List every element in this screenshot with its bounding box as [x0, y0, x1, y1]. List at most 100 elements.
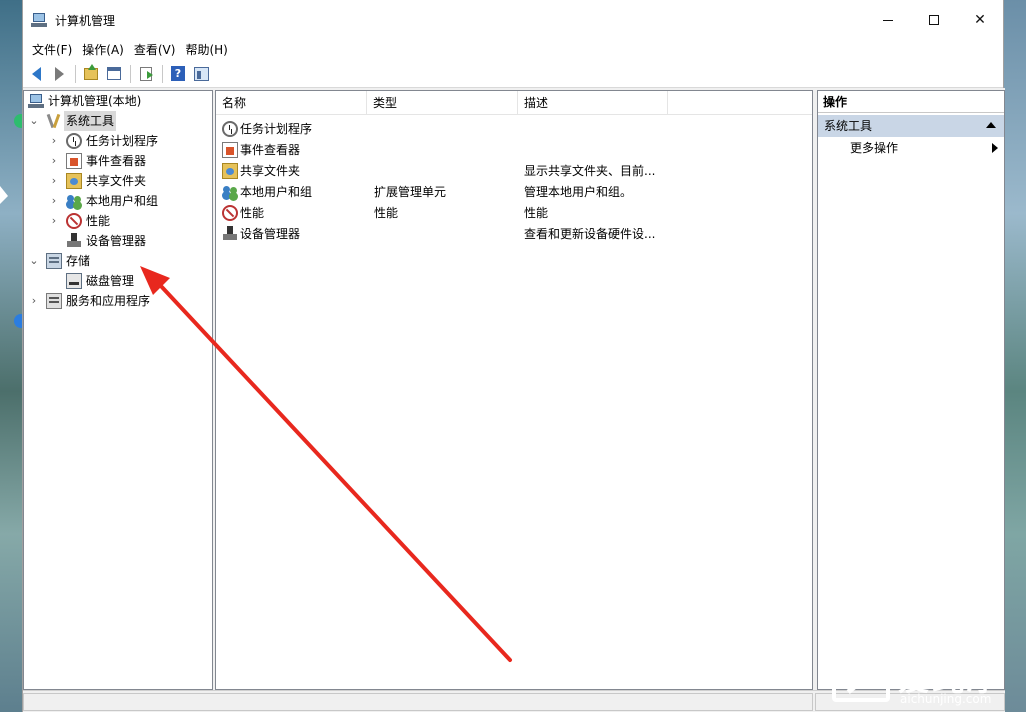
storage-icon: [46, 253, 62, 269]
show-action-pane-icon: [193, 66, 209, 81]
maximize-icon: [929, 15, 939, 25]
chevron-right-icon[interactable]: ›: [48, 151, 60, 171]
shared-folders-icon: [222, 163, 238, 179]
show-action-pane-button[interactable]: [190, 63, 212, 85]
actions-group-system-tools[interactable]: 系统工具: [818, 115, 1004, 137]
tree-item-label: 系统工具: [64, 111, 117, 131]
tree-item-label: 服务和应用程序: [66, 294, 151, 308]
list-header: 名称 类型 描述: [216, 91, 812, 115]
system-tools-icon: [46, 113, 62, 129]
more-actions-label: 更多操作: [850, 141, 899, 155]
list-item-name: 设备管理器: [240, 227, 301, 241]
export-list-icon: [140, 66, 153, 81]
desktop-background-left: [0, 0, 28, 712]
list-item[interactable]: 任务计划程序: [216, 119, 812, 140]
tree-item-event-viewer[interactable]: › 事件查看器: [24, 151, 212, 171]
watermark-logo: 爱纯净 aichunjing.com: [832, 654, 1020, 706]
chevron-right-icon[interactable]: ›: [28, 291, 40, 311]
task-scheduler-icon: [66, 133, 82, 149]
maximize-button[interactable]: [911, 0, 957, 40]
services-icon: [46, 293, 62, 309]
list-item-description: 显示共享文件夹、目前...: [524, 164, 656, 178]
task-scheduler-icon: [222, 121, 238, 137]
up-one-level-button[interactable]: [80, 63, 102, 85]
up-folder-icon: [84, 63, 98, 80]
device-manager-icon: [222, 226, 238, 242]
chevron-right-icon[interactable]: ›: [48, 171, 60, 191]
actions-pane: 操作 系统工具 更多操作: [817, 90, 1005, 690]
tree-item-storage[interactable]: ⌄ 存储: [24, 251, 212, 271]
list-item[interactable]: 本地用户和组 扩展管理单元 管理本地用户和组。: [216, 182, 812, 203]
tree-item-label: 性能: [86, 214, 111, 228]
tree-item-shared-folders[interactable]: › 共享文件夹: [24, 171, 212, 191]
minimize-button[interactable]: [865, 0, 911, 40]
collapse-up-icon: [986, 122, 996, 128]
menu-action[interactable]: 操作(A): [77, 40, 129, 60]
back-button[interactable]: [25, 63, 47, 85]
list-item-type: 扩展管理单元: [374, 185, 447, 199]
list-item[interactable]: 事件查看器: [216, 140, 812, 161]
tree-item-system-tools[interactable]: ⌄ 系统工具: [24, 111, 212, 131]
tree-item-local-users-groups[interactable]: › 本地用户和组: [24, 191, 212, 211]
back-arrow-icon: [31, 66, 41, 81]
mouse-cursor-icon: [0, 186, 8, 204]
computer-management-window: 计算机管理 ✕ 文件(F) 操作(A) 查看(V) 帮助(H) ? 计算机管理(…: [22, 0, 1005, 712]
toolbar: ?: [23, 60, 1003, 88]
show-hide-console-tree-button[interactable]: [103, 63, 125, 85]
status-segment: [23, 693, 813, 711]
tree-item-label: 设备管理器: [86, 234, 147, 248]
column-header-name[interactable]: 名称: [216, 91, 367, 115]
chevron-down-icon[interactable]: ⌄: [28, 251, 40, 271]
list-item[interactable]: 设备管理器 查看和更新设备硬件设...: [216, 224, 812, 245]
menu-file[interactable]: 文件(F): [27, 40, 77, 60]
tree-item-label: 事件查看器: [86, 154, 147, 168]
users-icon: [66, 193, 82, 209]
list-item-name: 事件查看器: [240, 143, 301, 157]
brand-logo-icon: [832, 656, 890, 702]
chevron-right-icon[interactable]: ›: [48, 131, 60, 151]
tree-item-device-manager[interactable]: 设备管理器: [24, 231, 212, 251]
column-header-description[interactable]: 描述: [518, 91, 668, 115]
shared-folders-icon: [66, 173, 82, 189]
menu-bar: 文件(F) 操作(A) 查看(V) 帮助(H): [23, 40, 1003, 60]
tree-item-performance[interactable]: › 性能: [24, 211, 212, 231]
list-item-description: 查看和更新设备硬件设...: [524, 227, 656, 241]
chevron-right-icon[interactable]: ›: [48, 211, 60, 231]
more-actions-item[interactable]: 更多操作: [818, 137, 1004, 159]
tree-item-disk-management[interactable]: 磁盘管理: [24, 271, 212, 291]
window-controls: ✕: [865, 0, 1003, 40]
menu-help[interactable]: 帮助(H): [180, 40, 232, 60]
minimize-icon: [883, 19, 893, 21]
watermark-url: aichunjing.com: [900, 692, 992, 706]
details-list: 名称 类型 描述 任务计划程序 事件查看器 共享文件夹 显示共享文件夹、目前..…: [215, 90, 813, 690]
performance-icon: [222, 205, 238, 221]
window-title: 计算机管理: [55, 13, 116, 28]
list-item[interactable]: 共享文件夹 显示共享文件夹、目前...: [216, 161, 812, 182]
tree-item-root[interactable]: 计算机管理(本地): [24, 91, 212, 111]
tree-item-label: 存储: [66, 254, 91, 268]
toolbar-separator: [130, 64, 131, 83]
tree-item-services-apps[interactable]: › 服务和应用程序: [24, 291, 212, 311]
disk-management-icon: [66, 273, 82, 289]
export-list-button[interactable]: [135, 63, 157, 85]
forward-button[interactable]: [48, 63, 70, 85]
help-icon: ?: [171, 66, 185, 81]
chevron-down-icon[interactable]: ⌄: [28, 111, 40, 131]
column-header-type[interactable]: 类型: [367, 91, 518, 115]
performance-icon: [66, 213, 82, 229]
computer-management-icon: [31, 12, 47, 28]
tree-item-task-scheduler[interactable]: › 任务计划程序: [24, 131, 212, 151]
title-bar[interactable]: 计算机管理 ✕: [23, 0, 1003, 40]
menu-view[interactable]: 查看(V): [129, 40, 181, 60]
show-hide-console-tree-icon: [107, 67, 121, 80]
toolbar-separator: [75, 64, 76, 83]
list-item-description: 管理本地用户和组。: [524, 185, 633, 199]
event-viewer-icon: [66, 153, 82, 169]
chevron-right-icon[interactable]: ›: [48, 191, 60, 211]
list-item-description: 性能: [524, 206, 549, 220]
forward-arrow-icon: [54, 66, 64, 81]
toolbar-separator: [162, 64, 163, 83]
list-item[interactable]: 性能 性能 性能: [216, 203, 812, 224]
close-button[interactable]: ✕: [957, 0, 1003, 40]
help-button[interactable]: ?: [167, 63, 189, 85]
